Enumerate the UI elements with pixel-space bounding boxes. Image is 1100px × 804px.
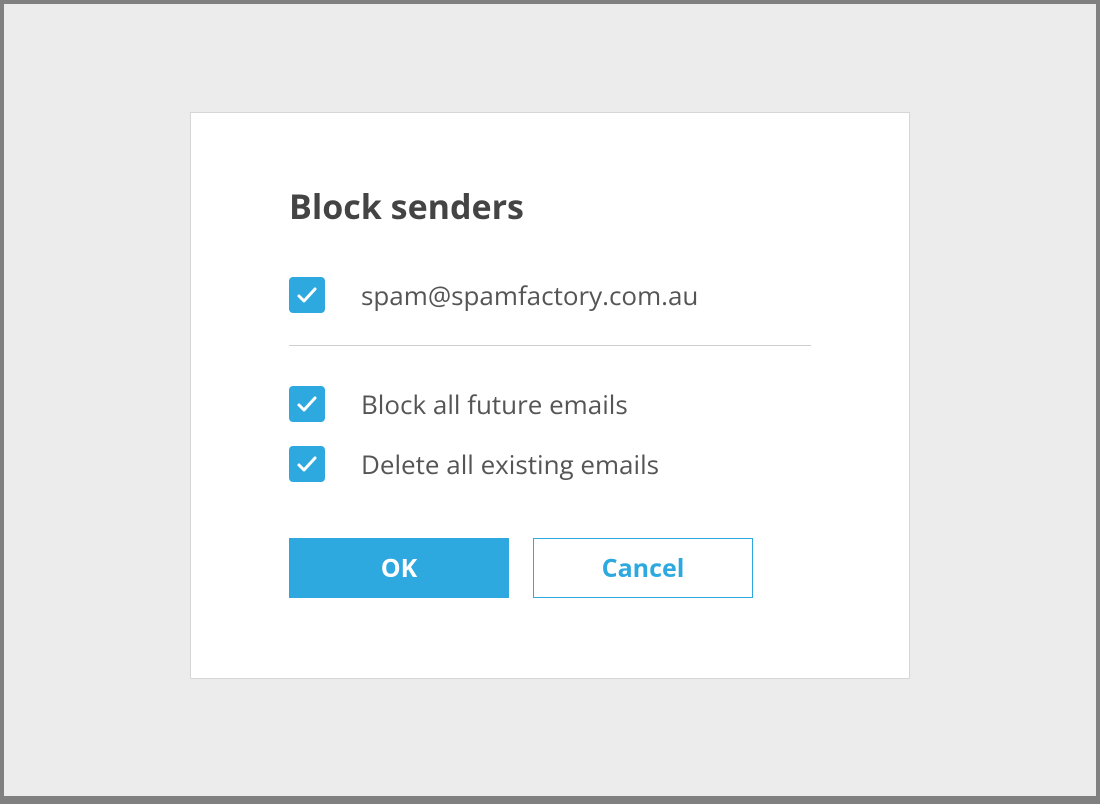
page-background: Block senders spam@spamfactory.com.au Bl… <box>4 4 1096 796</box>
sender-email-label: spam@spamfactory.com.au <box>361 277 698 313</box>
delete-existing-checkbox[interactable] <box>289 446 325 482</box>
options-group: Block all future emails Delete all exist… <box>289 386 811 482</box>
cancel-button[interactable]: Cancel <box>533 538 753 598</box>
block-senders-dialog: Block senders spam@spamfactory.com.au Bl… <box>190 112 910 679</box>
check-icon <box>295 283 319 307</box>
sender-checkbox[interactable] <box>289 277 325 313</box>
dialog-buttons: OK Cancel <box>289 538 811 598</box>
sender-row: spam@spamfactory.com.au <box>289 277 811 313</box>
ok-button[interactable]: OK <box>289 538 509 598</box>
dialog-title: Block senders <box>289 183 811 229</box>
divider <box>289 345 811 346</box>
delete-existing-label: Delete all existing emails <box>361 446 659 482</box>
block-future-label: Block all future emails <box>361 386 628 422</box>
check-icon <box>295 392 319 416</box>
block-future-checkbox[interactable] <box>289 386 325 422</box>
option-block-future: Block all future emails <box>289 386 811 422</box>
option-delete-existing: Delete all existing emails <box>289 446 811 482</box>
check-icon <box>295 452 319 476</box>
